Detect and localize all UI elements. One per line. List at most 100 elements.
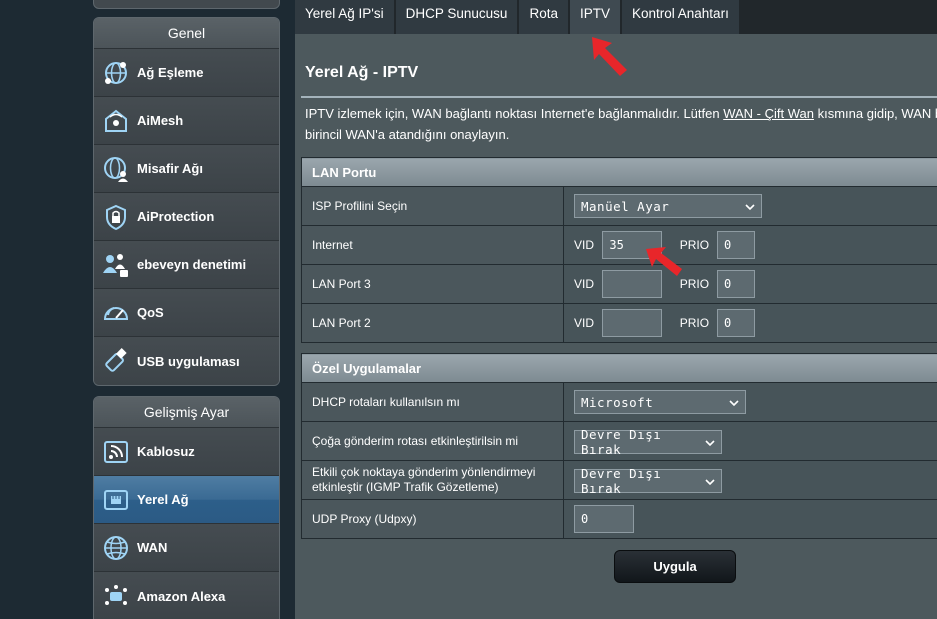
main-content: Yerel Ağ - IPTV IPTV izlemek için, WAN b…	[295, 34, 937, 619]
red-arrow-annotation	[646, 247, 682, 276]
guest-network-icon	[101, 154, 131, 184]
shield-icon	[101, 202, 131, 232]
sidebar-item-wan[interactable]: WAN	[94, 524, 279, 572]
sidebar-item-usb[interactable]: USB uygulaması	[94, 337, 279, 385]
sidebar-item-label: Yerel Ağ	[137, 492, 189, 507]
udp-proxy-input[interactable]: 0	[574, 505, 634, 533]
special-apps-header: Özel Uygulamalar	[301, 353, 937, 383]
igmp-snooping-label: Etkili çok noktaya gönderim yönlendirmey…	[301, 460, 564, 500]
sidebar-item-label: Amazon Alexa	[137, 588, 226, 604]
igmp-label-line2: etkinleştir (IGMP Trafik Gözetleme)	[312, 480, 499, 494]
sidebar-item-label: QoS	[137, 305, 164, 320]
wan-dual-wan-link[interactable]: WAN - Çift Wan	[723, 106, 814, 121]
table-row: UDP Proxy (Udpxy) 0	[301, 499, 937, 539]
sidebar-item-label: AiProtection	[137, 209, 215, 224]
isp-profile-select[interactable]: Manüel Ayar	[574, 194, 762, 218]
chevron-down-icon	[729, 395, 739, 410]
lan-port-table: LAN Portu ISP Profilini Seçin Manüel Aya…	[301, 157, 937, 343]
sidebar-item-aiprotection[interactable]: AiProtection	[94, 193, 279, 241]
title-divider	[301, 96, 937, 98]
description-text: kısmına gidip, WAN b	[813, 106, 937, 121]
multicast-route-select[interactable]: Devre Dışı Bırak	[574, 427, 722, 457]
sidebar-item-label: AiMesh	[137, 113, 184, 128]
prio-label: PRIO	[679, 238, 710, 252]
tab-dhcp-server[interactable]: DHCP Sunucusu	[395, 0, 518, 34]
tab-lan-ip[interactable]: Yerel Ağ IP'si	[295, 0, 394, 34]
table-row: LAN Port 2 VID PRIO 0	[301, 303, 937, 343]
sidebar-general-panel: Genel Ağ Eşleme AiMesh Misafir Ağı AiPro…	[93, 17, 280, 386]
sidebar-item-parental-control[interactable]: ebeveyn denetimi	[94, 241, 279, 289]
table-row: Internet VID 35 PRIO 0	[301, 225, 937, 265]
parental-control-icon	[101, 250, 131, 280]
igmp-snooping-select[interactable]: Devre Dışı Bırak	[574, 466, 722, 496]
sidebar-item-alexa[interactable]: Amazon Alexa	[94, 572, 279, 619]
chevron-down-icon	[705, 435, 715, 450]
lan-port-2-vid-input[interactable]	[602, 309, 663, 337]
multicast-route-value: Devre Dışı Bırak	[581, 427, 662, 457]
tab-bar: Yerel Ağ IP'si DHCP Sunucusu Rota IPTV K…	[295, 0, 741, 34]
chevron-down-icon	[705, 474, 715, 489]
lan-port-2-label: LAN Port 2	[301, 303, 564, 343]
lan-icon	[101, 485, 131, 515]
dhcp-routes-select[interactable]: Microsoft	[574, 390, 746, 414]
sidebar-item-lan[interactable]: Yerel Ağ	[94, 476, 279, 524]
wireless-icon	[101, 437, 131, 467]
lan-port-header: LAN Portu	[301, 157, 937, 187]
igmp-snooping-value: Devre Dışı Bırak	[581, 466, 662, 496]
page-description: IPTV izlemek için, WAN bağlantı noktası …	[305, 103, 937, 145]
apply-button[interactable]: Uygula	[614, 550, 736, 583]
sidebar-item-label: ebeveyn denetimi	[137, 257, 247, 272]
vid-label: VID	[574, 238, 595, 252]
sidebar-item-wireless[interactable]: Kablosuz	[94, 428, 279, 476]
alexa-icon	[101, 581, 131, 611]
table-row: Çoğa gönderim rotası etkinleştirilsin mi…	[301, 421, 937, 461]
sidebar-advanced-panel: Gelişmiş Ayar Kablosuz Yerel Ağ WAN Amaz…	[93, 396, 280, 619]
multicast-route-label: Çoğa gönderim rotası etkinleştirilsin mi	[301, 421, 564, 461]
prio-label: PRIO	[679, 277, 710, 291]
sidebar-item-label: Ağ Eşleme	[137, 65, 204, 80]
dhcp-routes-value: Microsoft	[581, 394, 654, 410]
igmp-label-line1: Etkili çok noktaya gönderim yönlendirmey…	[312, 465, 536, 479]
usb-icon	[101, 346, 131, 376]
sidebar-item-label: WAN	[137, 540, 168, 555]
sidebar-item-label: USB uygulaması	[137, 353, 240, 369]
tab-switch-control[interactable]: Kontrol Anahtarı	[622, 0, 739, 34]
lan-port-2-prio-input[interactable]: 0	[717, 309, 756, 337]
udp-proxy-label: UDP Proxy (Udpxy)	[301, 499, 564, 539]
sidebar-item-network-map[interactable]: Ağ Eşleme	[94, 49, 279, 97]
vid-label: VID	[574, 277, 595, 291]
internet-label: Internet	[301, 225, 564, 265]
description-text: birincil WAN'a atandığını onaylayın.	[305, 127, 510, 142]
lan-port-3-label: LAN Port 3	[301, 264, 564, 304]
prio-label: PRIO	[679, 316, 710, 330]
speedometer-icon	[101, 298, 131, 328]
chevron-down-icon	[745, 199, 755, 214]
isp-profile-value: Manüel Ayar	[581, 198, 670, 214]
table-row: DHCP rotaları kullanılsın mı Microsoft	[301, 382, 937, 422]
sidebar-item-label: Kablosuz	[137, 444, 195, 459]
tab-iptv[interactable]: IPTV	[569, 0, 620, 34]
aimesh-icon	[101, 106, 131, 136]
dhcp-routes-label: DHCP rotaları kullanılsın mı	[301, 382, 564, 422]
red-arrow-annotation	[592, 37, 627, 76]
sidebar-item-guest-network[interactable]: Misafir Ağı	[94, 145, 279, 193]
special-apps-table: Özel Uygulamalar DHCP rotaları kullanıls…	[301, 353, 937, 539]
table-row: LAN Port 3 VID PRIO 0	[301, 264, 937, 304]
lan-port-3-prio-input[interactable]: 0	[717, 270, 756, 298]
vid-label: VID	[574, 316, 595, 330]
isp-profile-label: ISP Profilini Seçin	[301, 186, 564, 226]
sidebar-top-panel	[93, 0, 280, 9]
table-row: ISP Profilini Seçin Manüel Ayar	[301, 186, 937, 226]
table-row: Etkili çok noktaya gönderim yönlendirmey…	[301, 460, 937, 500]
network-map-icon	[101, 58, 131, 88]
globe-icon	[101, 533, 131, 563]
internet-prio-input[interactable]: 0	[717, 231, 756, 259]
sidebar-item-aimesh[interactable]: AiMesh	[94, 97, 279, 145]
tab-route[interactable]: Rota	[519, 0, 568, 34]
sidebar-general-header: Genel	[94, 18, 279, 49]
page-title: Yerel Ağ - IPTV	[305, 64, 419, 81]
sidebar-advanced-header: Gelişmiş Ayar	[94, 397, 279, 428]
sidebar-item-label: Misafir Ağı	[137, 161, 203, 176]
description-text: IPTV izlemek için, WAN bağlantı noktası …	[305, 106, 724, 121]
sidebar-item-qos[interactable]: QoS	[94, 289, 279, 337]
